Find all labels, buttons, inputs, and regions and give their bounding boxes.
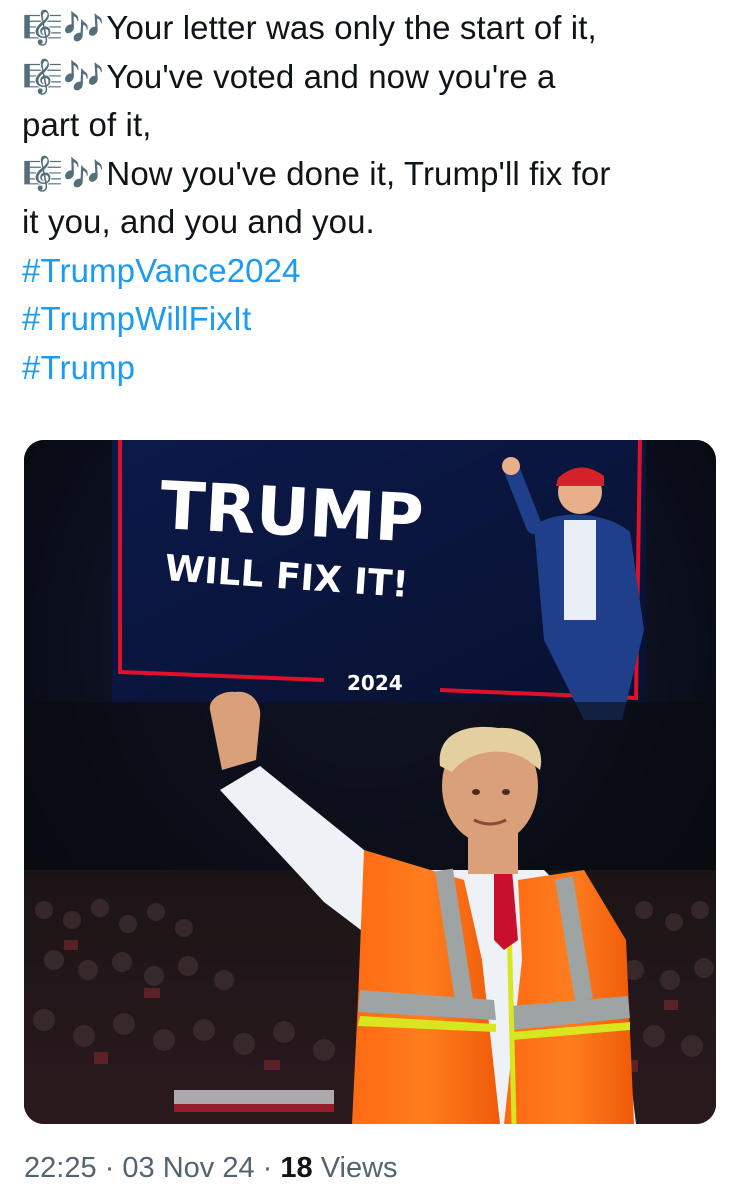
music-emoji: 🎼🎶 (22, 154, 105, 192)
music-emoji: 🎼🎶 (22, 57, 105, 95)
tweet-photo[interactable]: TRUMP WILL FIX IT! 2024 (24, 440, 716, 1124)
tweet-text: 🎼🎶Your letter was only the start of it, … (22, 4, 722, 392)
tweet-line: it you, and you and you. (22, 198, 722, 247)
screen-year: 2024 (347, 671, 403, 695)
tweet-time[interactable]: 22:25 (24, 1152, 97, 1184)
music-emoji: 🎼🎶 (22, 9, 105, 46)
tweet-line: 🎼🎶Now you've done it, Trump'll fix for (22, 150, 722, 199)
meta-separator: · (104, 1152, 115, 1184)
rally-photo: TRUMP WILL FIX IT! 2024 (24, 440, 716, 1124)
tweet-line: 🎼🎶You've voted and now you're a (22, 53, 722, 102)
hashtag-link[interactable]: #TrumpWillFixIt (22, 295, 722, 344)
jumbotron-screen: TRUMP WILL FIX IT! 2024 (112, 440, 646, 720)
tweet-line: part of it, (22, 101, 722, 150)
hashtag-link[interactable]: #Trump (22, 344, 722, 393)
tweet-line-text: You've voted and now you're a (106, 57, 556, 95)
screen-title: TRUMP (158, 467, 425, 558)
tweet-meta: 22:25 · 03 Nov 24 · 18 Views (24, 1152, 398, 1185)
tweet-line-text: part of it, (22, 106, 152, 143)
hashtag-link[interactable]: #TrumpVance2024 (22, 247, 722, 296)
views-label[interactable]: Views (321, 1152, 398, 1184)
tweet-line-text: Now you've done it, Trump'll fix for (106, 154, 611, 192)
meta-separator: · (262, 1152, 273, 1184)
tweet-line: 🎼🎶Your letter was only the start of it, (22, 4, 722, 53)
views-count[interactable]: 18 (280, 1152, 312, 1184)
tweet-date[interactable]: 03 Nov 24 (122, 1152, 254, 1184)
tweet-line-text: Your letter was only the start of it, (106, 9, 597, 46)
tweet-line-text: it you, and you and you. (22, 203, 375, 240)
tweet: 🎼🎶Your letter was only the start of it, … (0, 0, 738, 1200)
